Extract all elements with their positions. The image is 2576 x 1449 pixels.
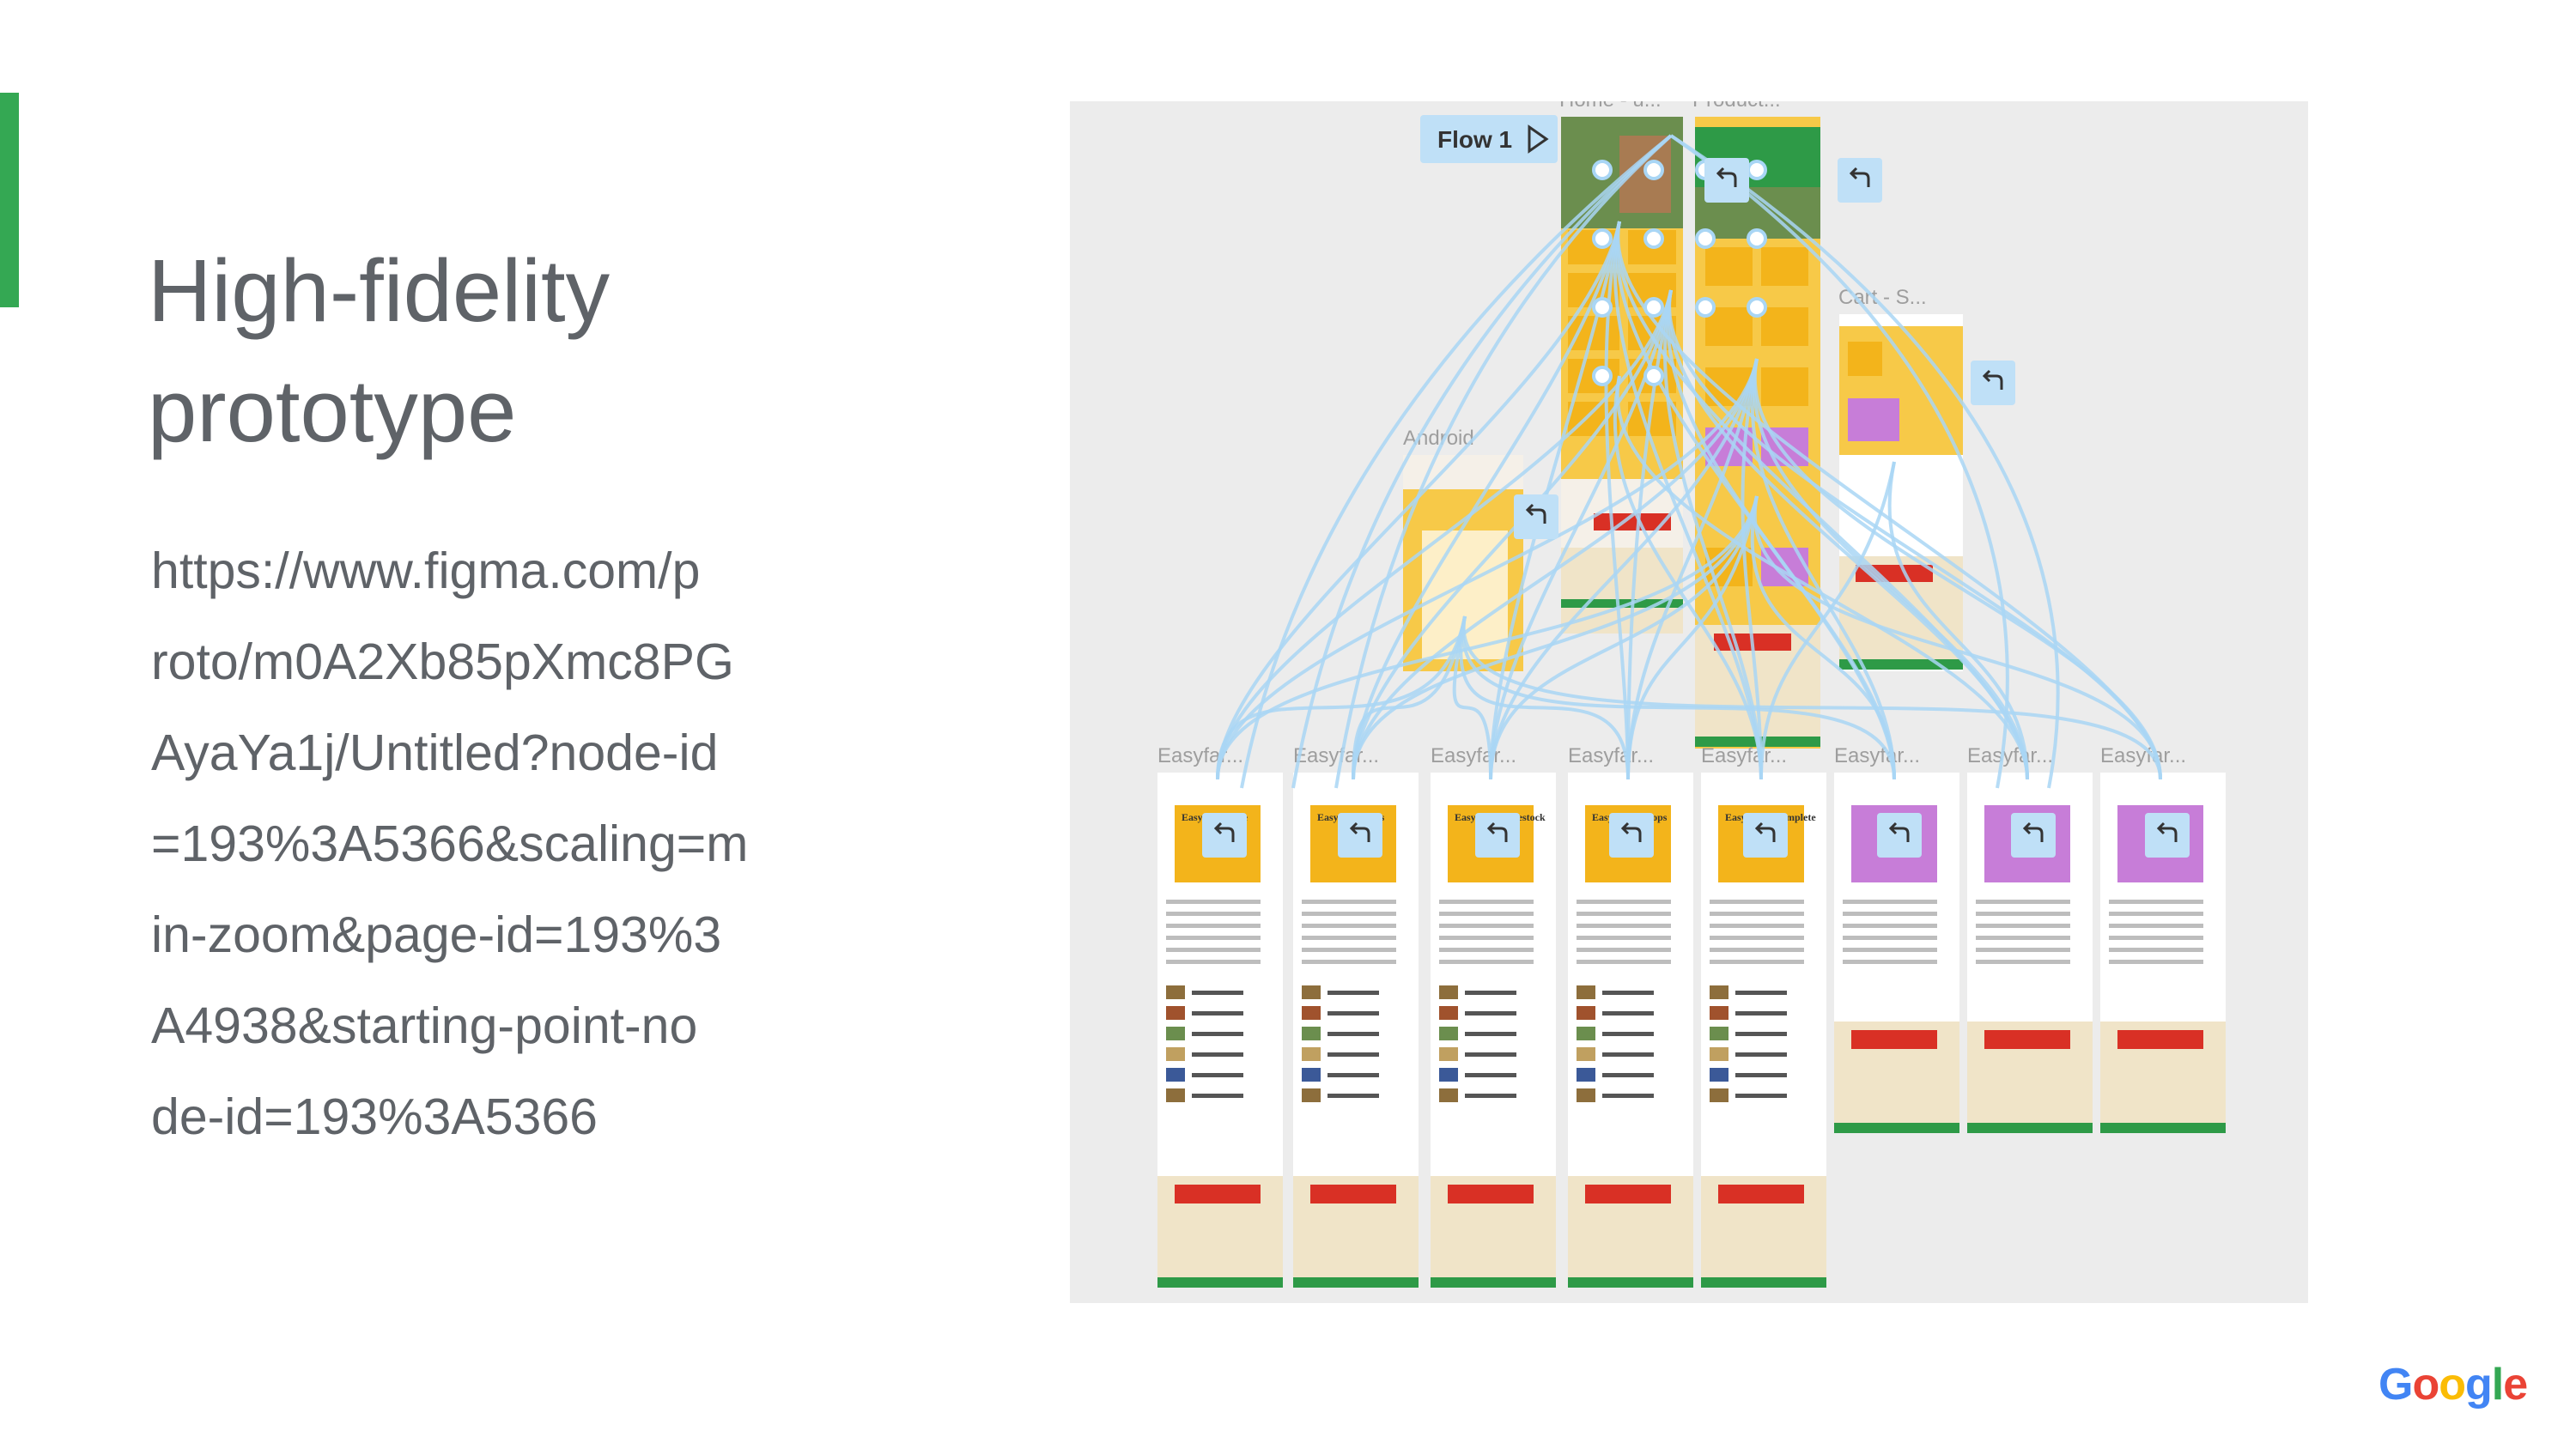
flow-1-label: Flow 1 [1437, 126, 1512, 153]
logo-letter: o [2439, 1360, 2466, 1410]
frame-label-easyfarm: Easyfar... [1157, 744, 1243, 767]
easyfarm-card: Easyfar... [2100, 744, 2226, 1133]
back-arrow-icon[interactable] [1838, 158, 1882, 203]
frame-label-easyfarm: Easyfar... [1834, 744, 1920, 767]
frame-label-easyfarm: Easyfar... [1293, 744, 1379, 767]
frame-label-easyfarm: Easyfar... [1967, 744, 2053, 767]
figma-canvas: Home - u... Product... Cart - S... Andro… [1157, 101, 2226, 1288]
slide-title-line-2: prototype [148, 361, 517, 460]
logo-letter: g [2464, 1360, 2493, 1410]
back-arrow-icon[interactable] [1475, 813, 1520, 858]
frame-label-easyfarm: Easyfar... [1701, 744, 1787, 767]
back-arrow-icon[interactable] [1877, 813, 1922, 858]
logo-letter: e [2503, 1360, 2528, 1410]
accent-bar [0, 93, 19, 307]
back-arrow-icon[interactable] [1202, 813, 1247, 858]
logo-letter: o [2412, 1360, 2439, 1410]
url-line: roto/m0A2Xb85pXmc8PG [151, 634, 734, 690]
back-arrow-icon[interactable] [2145, 813, 2190, 858]
logo-letter: G [2379, 1360, 2413, 1410]
back-arrow-icon[interactable] [2011, 813, 2056, 858]
slide-title: High-fidelity prototype [148, 231, 920, 471]
url-line: AyaYa1j/Untitled?node-id [151, 724, 719, 781]
slide-title-line-1: High-fidelity [148, 241, 611, 340]
url-line: https://www.figma.com/p [151, 543, 701, 599]
back-arrow-icon[interactable] [1338, 813, 1382, 858]
url-line: A4938&starting-point-no [151, 997, 698, 1054]
url-line: =193%3A5366&scaling=m [151, 815, 749, 872]
back-arrow-icon[interactable] [1743, 813, 1788, 858]
frame-label-easyfarm: Easyfar... [1431, 744, 1516, 767]
google-logo: Google [2379, 1359, 2528, 1410]
logo-letter: l [2491, 1360, 2504, 1410]
prototype-url[interactable]: https://www.figma.com/p roto/m0A2Xb85pXm… [151, 525, 804, 1162]
url-line: in-zoom&page-id=193%3 [151, 906, 722, 963]
prototype-connectors [1216, 134, 2162, 789]
back-arrow-icon[interactable] [1971, 361, 2015, 405]
easyfarm-card: Easyfar... [1967, 744, 2093, 1133]
frame-label-home: Home - u... [1559, 101, 1662, 112]
frame-label-easyfarm: Easyfar... [1568, 744, 1654, 767]
easyfarm-cards-row: Easyfar...EasyFarm LiteEasyfar...EasyFar… [1157, 744, 2226, 1288]
figma-prototype-screenshot: Home - u... Product... Cart - S... Andro… [1070, 101, 2308, 1303]
back-arrow-icon[interactable] [1704, 158, 1749, 203]
back-arrow-icon[interactable] [1609, 813, 1654, 858]
url-line: de-id=193%3A5366 [151, 1088, 598, 1145]
flow-1-badge[interactable]: Flow 1 [1420, 115, 1558, 163]
back-arrow-icon[interactable] [1514, 494, 1558, 539]
easyfarm-card: Easyfar... [1834, 744, 1959, 1133]
frame-label-product: Product... [1692, 101, 1781, 112]
